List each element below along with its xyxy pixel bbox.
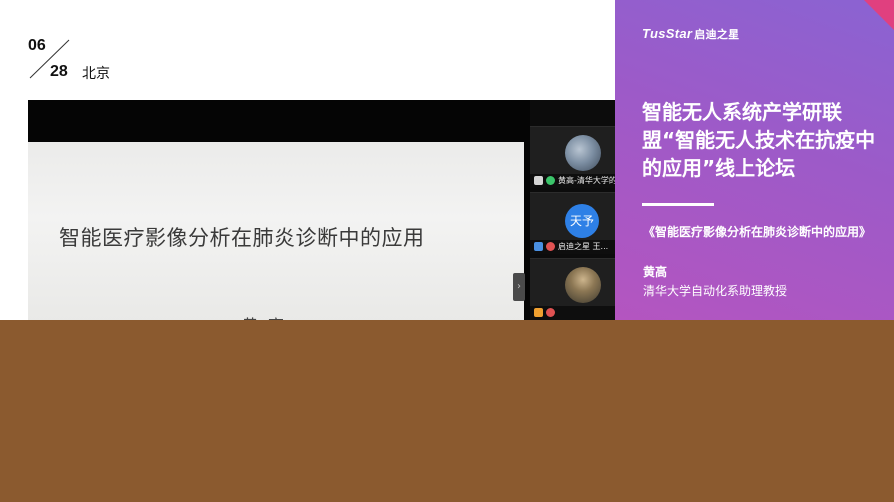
microphone-icon xyxy=(546,176,555,185)
event-headline: 智能无人系统产学研联盟“智能无人技术在抗疫中的应用”线上论坛 xyxy=(642,100,876,180)
participant-avatar: 天予 xyxy=(565,204,599,238)
participant-strip: 黄高-清华大学的... 天予 启迪之星 王... xyxy=(530,100,615,320)
logo-text-cn: 启迪之星 xyxy=(694,29,740,41)
event-info-panel: TusStar 启迪之星 智能无人系统产学研联盟“智能无人技术在抗疫中的应用”线上… xyxy=(615,0,894,320)
user-icon xyxy=(534,242,543,251)
user-icon xyxy=(534,308,543,317)
participant-name: 启迪之星 王... xyxy=(558,242,609,251)
participant-tile[interactable]: 天予 启迪之星 王... xyxy=(530,192,615,254)
participant-name-bar: 启迪之星 王... xyxy=(530,240,615,254)
slide-title: 智能医疗影像分析在肺炎诊断中的应用 xyxy=(59,226,425,250)
speaker-name: 黄高 xyxy=(643,265,668,279)
speaker-affiliation: 清华大学自动化系助理教授 xyxy=(643,284,788,298)
collapse-panel-button[interactable]: › xyxy=(513,273,525,301)
slide-author: 黄高 xyxy=(242,312,294,320)
screen-share-icon xyxy=(534,176,543,185)
participant-name-bar xyxy=(530,306,615,320)
participant-avatar xyxy=(565,135,601,171)
talk-title: 《智能医疗影像分析在肺炎诊断中的应用》 xyxy=(643,225,872,239)
participant-avatar xyxy=(565,267,601,303)
date-city: 北京 xyxy=(82,66,110,82)
participant-name-bar: 黄高-清华大学的... xyxy=(530,174,615,188)
meeting-screenshot: 智能医疗影像分析在肺炎诊断中的应用 黄高 › 黄高-清华大学的... 天予 启迪… xyxy=(28,100,615,320)
shared-slide: 智能医疗影像分析在肺炎诊断中的应用 黄高 xyxy=(28,142,524,320)
logo-text: TusStar xyxy=(642,26,693,41)
divider-line xyxy=(642,203,714,206)
participant-name: 黄高-清华大学的... xyxy=(558,176,615,185)
tusstar-logo: TusStar 启迪之星 xyxy=(642,26,739,42)
participant-tile[interactable] xyxy=(530,258,615,320)
date-day: 28 xyxy=(50,63,68,80)
bottom-color-block xyxy=(0,320,894,502)
microphone-muted-icon xyxy=(546,242,555,251)
participant-tile[interactable]: 黄高-清华大学的... xyxy=(530,126,615,188)
microphone-muted-icon xyxy=(546,308,555,317)
corner-accent xyxy=(864,0,894,30)
